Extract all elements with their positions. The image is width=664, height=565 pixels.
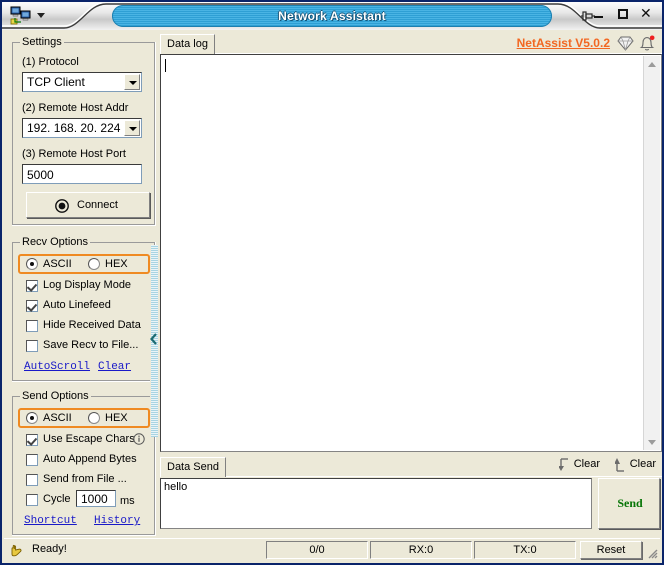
send-ascii-label: ASCII	[43, 412, 72, 424]
netassist-brand-link[interactable]: NetAssist V5.0.2	[517, 36, 610, 50]
data-send-pane: Data Send Clear Clear hello Send	[160, 455, 662, 537]
send-option-checkbox-2[interactable]	[26, 474, 38, 486]
send-cycle-checkbox[interactable]	[26, 494, 38, 506]
send-options-legend: Send Options	[20, 390, 91, 402]
window-title: Network Assistant	[112, 5, 552, 27]
window-title-wrap: Network Assistant	[112, 5, 552, 27]
send-hex-label: HEX	[105, 412, 128, 424]
send-option-checkbox-0[interactable]	[26, 434, 38, 446]
arrow-up-corner-icon	[615, 458, 628, 472]
remote-host-addr-value: 192. 168. 20. 224	[27, 121, 120, 135]
clear-send-label: Clear	[630, 458, 656, 470]
recv-ascii-radio[interactable]	[26, 258, 38, 270]
remote-host-addr-select[interactable]: 192. 168. 20. 224	[22, 118, 142, 138]
left-panel: Settings (1) Protocol TCP Client (2) Rem…	[4, 32, 156, 537]
send-options-group: Send Options ASCII HEX Use Escape Chars …	[12, 390, 156, 536]
remote-host-port-value: 5000	[27, 168, 54, 182]
log-tabstrip: Data log NetAssist V5.0.2	[160, 32, 662, 54]
connect-button-label: Connect	[77, 199, 118, 211]
remote-host-addr-label: (2) Remote Host Addr	[22, 102, 128, 114]
send-button[interactable]: Send	[598, 478, 660, 529]
status-counter: 0/0	[266, 541, 368, 559]
chevron-down-icon[interactable]	[124, 120, 140, 136]
recv-option-checkbox-1[interactable]	[26, 300, 38, 312]
recv-ascii-label: ASCII	[43, 258, 72, 270]
window-controls: ✕	[592, 7, 654, 21]
recv-option-checkbox-0[interactable]	[26, 280, 38, 292]
status-rx: RX:0	[370, 541, 472, 559]
protocol-label: (1) Protocol	[22, 56, 79, 68]
reset-button[interactable]: Reset	[580, 541, 642, 559]
recv-options-legend: Recv Options	[20, 236, 90, 248]
data-log-textarea[interactable]	[160, 54, 662, 452]
maximize-button[interactable]	[616, 7, 630, 21]
info-icon[interactable]	[133, 433, 145, 445]
title-bar: Network Assistant ✕	[2, 2, 662, 30]
settings-legend: Settings	[20, 36, 64, 48]
clear-send-link[interactable]: Clear	[630, 458, 656, 470]
data-send-textarea[interactable]: hello	[160, 478, 592, 529]
status-tx: TX:0	[474, 541, 576, 559]
chevron-down-icon[interactable]	[124, 74, 140, 90]
chevron-left-icon[interactable]	[150, 333, 158, 345]
recv-clear-link[interactable]: Clear	[98, 361, 131, 373]
recv-option-label-2: Hide Received Data	[43, 319, 141, 331]
status-ready-text: Ready!	[32, 543, 67, 555]
power-icon	[55, 199, 69, 213]
recv-option-checkbox-2[interactable]	[26, 320, 38, 332]
tab-data-send[interactable]: Data Send	[160, 457, 226, 477]
status-bar: Ready! 0/0 RX:0 TX:0 Reset	[4, 538, 660, 561]
send-cycle-input[interactable]: 1000	[76, 490, 116, 507]
scroll-down-button[interactable]	[644, 434, 660, 450]
recv-hex-label: HEX	[105, 258, 128, 270]
autoscroll-link[interactable]: AutoScroll	[24, 361, 90, 373]
log-vertical-scrollbar[interactable]	[643, 56, 660, 450]
data-log-pane: Data log NetAssist V5.0.2	[160, 32, 662, 452]
recv-options-group: Recv Options ASCII HEX Log Display Mode …	[12, 236, 156, 382]
close-button[interactable]: ✕	[640, 7, 654, 21]
settings-group: Settings (1) Protocol TCP Client (2) Rem…	[12, 36, 156, 226]
recv-option-label-1: Auto Linefeed	[43, 299, 111, 311]
send-tab-underline	[160, 476, 662, 477]
clear-recv-link[interactable]: Clear	[574, 458, 600, 470]
send-cycle-unit: ms	[120, 495, 135, 507]
send-option-label-1: Auto Append Bytes	[43, 453, 137, 465]
tab-data-log[interactable]: Data log	[160, 34, 215, 54]
connect-button[interactable]: Connect	[26, 192, 150, 218]
data-send-value: hello	[164, 481, 187, 493]
remote-host-port-input[interactable]: 5000	[22, 164, 142, 184]
send-hex-radio[interactable]	[88, 412, 100, 424]
protocol-select[interactable]: TCP Client	[22, 72, 142, 92]
send-option-checkbox-1[interactable]	[26, 454, 38, 466]
recv-hex-radio[interactable]	[88, 258, 100, 270]
sysmenu-dropdown-arrow[interactable]	[37, 13, 45, 18]
network-computers-icon[interactable]	[10, 6, 32, 26]
send-option-label-0: Use Escape Chars	[43, 433, 135, 445]
send-cycle-label: Cycle	[43, 493, 71, 505]
resize-grip-icon[interactable]	[646, 547, 658, 559]
app-window: Network Assistant ✕ Settings (1) Protoco…	[0, 0, 664, 565]
clear-recv-label: Clear	[574, 458, 600, 470]
text-caret	[165, 59, 166, 72]
shortcut-link[interactable]: Shortcut	[24, 515, 77, 527]
arrow-down-corner-icon	[559, 458, 572, 472]
recv-option-label-3: Save Recv to File...	[43, 339, 138, 351]
recv-option-label-0: Log Display Mode	[43, 279, 131, 291]
recv-option-checkbox-3[interactable]	[26, 340, 38, 352]
send-cycle-value: 1000	[81, 492, 108, 506]
send-button-label: Send	[599, 496, 661, 511]
send-ascii-radio[interactable]	[26, 412, 38, 424]
send-option-label-2: Send from File ...	[43, 473, 127, 485]
protocol-value: TCP Client	[27, 75, 85, 89]
gem-icon[interactable]	[617, 36, 634, 51]
scroll-up-button[interactable]	[644, 56, 660, 72]
history-link[interactable]: History	[94, 515, 140, 527]
bell-icon[interactable]	[638, 35, 656, 52]
minimize-button[interactable]	[592, 7, 606, 21]
panel-splitter[interactable]	[150, 245, 159, 437]
remote-host-port-label: (3) Remote Host Port	[22, 148, 126, 160]
hand-pointer-icon	[10, 543, 26, 558]
